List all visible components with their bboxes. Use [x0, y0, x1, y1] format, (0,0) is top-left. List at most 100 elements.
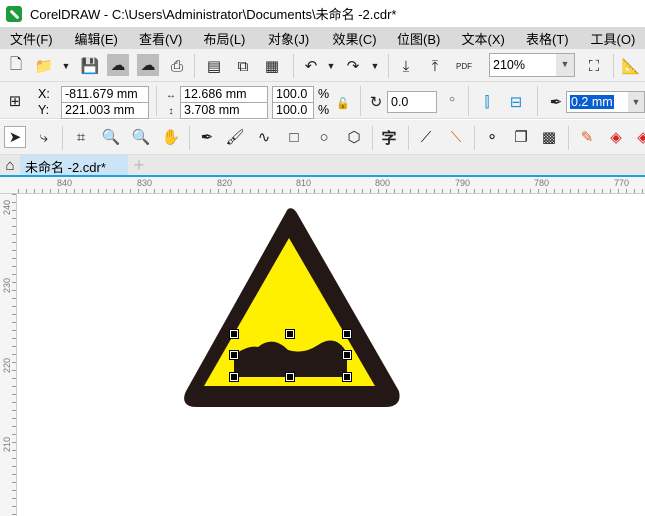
x-label: X:	[38, 87, 50, 101]
menu-bar: 文件(F) 编辑(E) 查看(V) 布局(L) 对象(J) 效果(C) 位图(B…	[0, 27, 645, 49]
height-field[interactable]: 3.708 mm	[180, 102, 268, 119]
text-tool-icon[interactable]: 字	[378, 126, 400, 148]
ruler-label: 210	[2, 437, 12, 453]
selection-handle[interactable]	[342, 372, 352, 382]
y-position-field[interactable]: 221.003 mm	[61, 102, 149, 119]
import-cloud-icon[interactable]: ☁	[107, 54, 129, 76]
menu-object[interactable]: 对象(J)	[258, 29, 323, 48]
smart-fill-icon[interactable]: ◈	[632, 126, 645, 148]
paste-icon[interactable]: ▦	[261, 55, 283, 77]
menu-tools[interactable]: 工具(O)	[581, 29, 645, 48]
print-icon[interactable]: ⎙	[166, 55, 188, 77]
lock-ratio-icon[interactable]: 🔓	[332, 92, 354, 114]
polygon-tool-icon[interactable]: ⬡	[343, 126, 365, 148]
ruler-label: 800	[375, 178, 391, 188]
pan-tool-icon[interactable]: ✋	[160, 126, 182, 148]
cut-icon[interactable]: ▤	[203, 55, 225, 77]
selection-handle[interactable]	[229, 329, 239, 339]
ruler-label: 830	[137, 178, 153, 188]
ruler-label: 820	[217, 178, 233, 188]
menu-table[interactable]: 表格(T)	[516, 29, 581, 48]
outline-width-combo[interactable]: 0.2 mm ▼	[566, 91, 645, 113]
transparency-icon[interactable]: ▩	[538, 126, 560, 148]
mirror-vertical-icon[interactable]: ⊟	[505, 91, 527, 113]
selection-handle[interactable]	[229, 350, 239, 360]
drop-shadow-icon[interactable]: ❐	[510, 126, 532, 148]
menu-layout[interactable]: 布局(L)	[194, 29, 259, 48]
redo-dropdown-icon[interactable]: ▼	[364, 55, 386, 77]
document-tabs: ⌂ 未命名 -2.cdr* +	[0, 155, 645, 177]
home-icon[interactable]: ⌂	[0, 155, 20, 175]
crop-tool-icon[interactable]: ⌗	[70, 126, 92, 148]
undo-icon[interactable]: ↶	[300, 55, 322, 77]
coreldraw-logo-icon	[6, 5, 22, 22]
ruler-label: 840	[57, 178, 73, 188]
new-document-icon[interactable]: 🗋	[5, 55, 27, 77]
degree-icon: ○	[448, 93, 456, 105]
menu-edit[interactable]: 编辑(E)	[65, 29, 130, 48]
rotation-field[interactable]: 0.0	[387, 91, 437, 113]
percent-label: %	[318, 103, 330, 117]
outline-pen-icon: ✒	[549, 94, 563, 111]
full-screen-icon[interactable]: ⛶	[583, 55, 605, 77]
smart-drawing-icon[interactable]: ∿	[253, 126, 275, 148]
rectangle-tool-icon[interactable]: □	[283, 126, 305, 148]
copy-icon[interactable]: ⧉	[232, 55, 254, 77]
open-dropdown-icon[interactable]: ▼	[55, 55, 77, 77]
undo-dropdown-icon[interactable]: ▼	[320, 55, 342, 77]
zoom-out-tool-icon[interactable]: 🔍	[130, 126, 152, 148]
eyedropper-icon[interactable]: ✎	[576, 126, 598, 148]
menu-view[interactable]: 查看(V)	[129, 29, 194, 48]
shape-tool-icon[interactable]: ⤷	[33, 126, 55, 148]
selection-handle[interactable]	[342, 329, 352, 339]
window-title: CorelDRAW - C:\Users\Administrator\Docum…	[30, 7, 397, 22]
connector-tool-icon[interactable]: ⟍	[445, 126, 467, 148]
options-icon[interactable]: 📐	[620, 55, 642, 77]
scale-height-field[interactable]: 100.0	[272, 102, 314, 119]
reference-point-icon[interactable]: ⊞	[4, 90, 26, 112]
vertical-ruler[interactable]: 240 230 220 210	[0, 194, 17, 516]
zoom-level-combo[interactable]: 210% ▼	[489, 53, 575, 77]
ruler-label: 220	[2, 358, 12, 374]
percent-label: %	[318, 87, 330, 101]
import-icon[interactable]: ⤓	[395, 55, 417, 77]
redo-icon[interactable]: ↷	[342, 55, 364, 77]
menu-text[interactable]: 文本(X)	[452, 29, 517, 48]
drawing-canvas[interactable]	[18, 195, 645, 516]
selection-handle[interactable]	[285, 372, 295, 382]
ruler-label: 770	[614, 178, 630, 188]
standard-toolbar: 🗋 📁 ▼ 💾 ☁ ☁ ⎙ ▤ ⧉ ▦ ↶ ▼ ↷ ▼ ⤓ ⤒ PDF 210%…	[0, 49, 645, 82]
menu-file[interactable]: 文件(F)	[0, 29, 65, 48]
x-position-field[interactable]: -811.679 mm	[61, 86, 149, 103]
add-tab-button[interactable]: +	[128, 154, 150, 176]
ruler-label: 810	[296, 178, 312, 188]
blend-tool-icon[interactable]: ⚬	[481, 126, 503, 148]
horizontal-ruler[interactable]: 840 830 820 810 800 790 780 770	[0, 177, 645, 194]
open-icon[interactable]: 📁	[33, 55, 55, 77]
warning-sign-bumpy-road[interactable]	[18, 195, 645, 516]
pick-tool-icon[interactable]: ➤	[4, 126, 26, 148]
width-field[interactable]: 12.686 mm	[180, 86, 268, 103]
save-icon[interactable]: 💾	[79, 55, 101, 77]
pen-tool-icon[interactable]: ✒	[196, 126, 218, 148]
y-label: Y:	[38, 103, 50, 117]
publish-pdf-icon[interactable]: PDF	[453, 55, 475, 77]
selection-handle[interactable]	[342, 350, 352, 360]
interactive-fill-icon[interactable]: ◈	[605, 126, 627, 148]
scale-width-field[interactable]: 100.0	[272, 86, 314, 103]
tab-document[interactable]: 未命名 -2.cdr*	[20, 155, 128, 175]
export-icon[interactable]: ⤒	[424, 55, 446, 77]
ruler-label: 790	[455, 178, 471, 188]
height-icon: ↕	[168, 105, 174, 117]
selection-handle[interactable]	[229, 372, 239, 382]
menu-effects[interactable]: 效果(C)	[323, 29, 388, 48]
mirror-horizontal-icon[interactable]: ⫿	[476, 91, 498, 113]
menu-bitmaps[interactable]: 位图(B)	[387, 29, 452, 48]
artistic-media-icon[interactable]: 🖌	[224, 126, 246, 148]
zoom-tool-icon[interactable]: 🔍	[100, 126, 122, 148]
export-cloud-icon[interactable]: ☁	[137, 54, 159, 76]
selection-handle[interactable]	[285, 329, 295, 339]
rotation-icon: ↻	[369, 94, 383, 111]
dimension-tool-icon[interactable]: ⟋	[415, 126, 437, 148]
ellipse-tool-icon[interactable]: ○	[313, 126, 335, 148]
